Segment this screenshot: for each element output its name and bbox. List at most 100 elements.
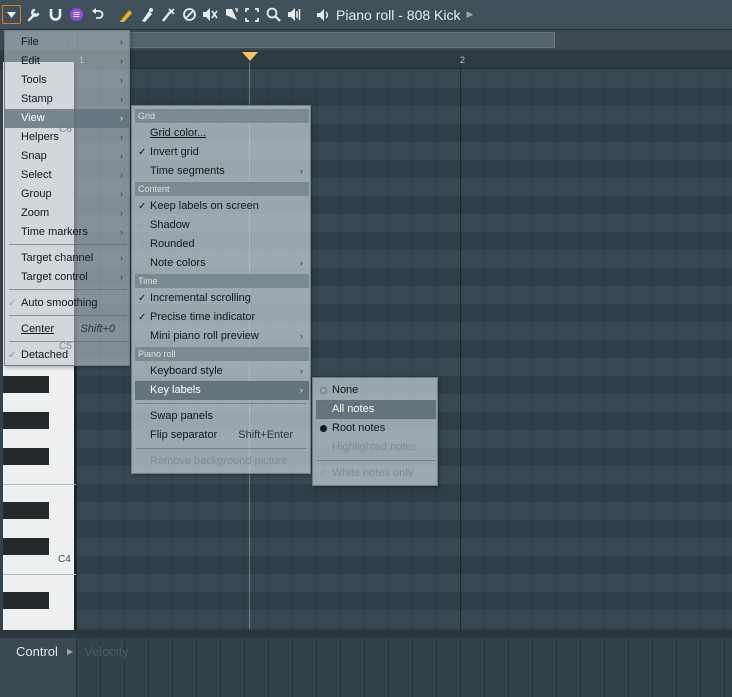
menu-center[interactable]: Center Shift+0: [5, 320, 129, 339]
submenu-arrow-icon: ›: [120, 132, 123, 142]
black-key[interactable]: [3, 592, 49, 609]
menu-group[interactable]: Group ›: [5, 185, 129, 204]
menu-key-labels-root-notes[interactable]: Root notes: [316, 419, 436, 438]
menu-key-labels[interactable]: Key labels ›: [135, 381, 309, 400]
submenu-arrow-icon: ›: [120, 189, 123, 199]
menu-separator: [136, 403, 306, 404]
title-arrow-icon[interactable]: ▶: [467, 9, 474, 20]
menu-item-label: Select: [21, 169, 52, 181]
menu-zoom[interactable]: Zoom ›: [5, 204, 129, 223]
menu-key-labels-white-only: ✓ White notes only: [316, 464, 436, 483]
menu-keyboard-style[interactable]: Keyboard style ›: [135, 362, 309, 381]
control-parameter: Velocity: [84, 644, 129, 659]
menu-note-colors[interactable]: Note colors ›: [135, 254, 309, 273]
black-key[interactable]: [3, 538, 49, 555]
menu-incremental-scrolling[interactable]: ✓ Incremental scrolling: [135, 289, 309, 308]
submenu-arrow-icon: ›: [120, 113, 123, 123]
menu-edit[interactable]: Edit ›: [5, 52, 129, 71]
menu-file[interactable]: File ›: [5, 33, 129, 52]
select-icon[interactable]: [221, 5, 241, 25]
pencil-icon[interactable]: [116, 5, 136, 25]
menu-invert-grid[interactable]: ✓ Invert grid: [135, 143, 309, 162]
black-key[interactable]: [3, 502, 49, 519]
menu-mini-piano-roll[interactable]: Mini piano roll preview ›: [135, 327, 309, 346]
paint-icon[interactable]: [137, 5, 157, 25]
menu-auto-smoothing[interactable]: ✓ Auto smoothing: [5, 294, 129, 313]
menu-item-label: Detached: [21, 349, 69, 361]
section-header-piano-roll: Piano roll: [135, 347, 309, 361]
menu-item-label: File: [21, 36, 39, 48]
delete-icon[interactable]: [158, 5, 178, 25]
menu-target-control[interactable]: Target control ›: [5, 268, 129, 287]
menu-item-label: View: [21, 112, 45, 124]
playhead-marker[interactable]: [242, 52, 258, 61]
menu-item-label: Shadow: [150, 219, 190, 231]
radio-selected-icon: [320, 425, 327, 432]
menu-item-label: Center: [21, 323, 55, 335]
zoom-icon[interactable]: [263, 5, 283, 25]
playback-icon[interactable]: [284, 5, 304, 25]
submenu-arrow-icon: ›: [300, 385, 303, 395]
mute-icon[interactable]: [179, 5, 199, 25]
control-grid[interactable]: [76, 638, 732, 697]
menu-key-labels-highlighted: Highlighted notes: [316, 438, 436, 457]
circle-menu-icon[interactable]: [66, 5, 86, 25]
black-key[interactable]: [3, 376, 49, 393]
submenu-arrow-icon: ›: [120, 272, 123, 282]
submenu-arrow-icon: ›: [120, 94, 123, 104]
radio-icon: [320, 387, 327, 394]
menu-arrow-icon[interactable]: [2, 5, 21, 24]
section-header-time: Time: [135, 274, 309, 288]
menu-detached[interactable]: ✓ Detached: [5, 346, 129, 365]
menu-tools[interactable]: Tools ›: [5, 71, 129, 90]
radio-icon: [320, 406, 327, 413]
menu-view[interactable]: View ›: [5, 109, 129, 128]
submenu-arrow-icon: ›: [120, 151, 123, 161]
menu-select[interactable]: Select ›: [5, 166, 129, 185]
menu-target-channel[interactable]: Target channel ›: [5, 249, 129, 268]
menu-item-label: Helpers: [21, 131, 59, 143]
slice-icon[interactable]: [200, 5, 220, 25]
menu-item-label: Tools: [21, 74, 47, 86]
magnet-icon[interactable]: [45, 5, 65, 25]
submenu-arrow-icon: ›: [120, 227, 123, 237]
scrollbar-thumb[interactable]: [130, 32, 555, 48]
menu-flip-separator[interactable]: Flip separator Shift+Enter: [135, 426, 309, 445]
control-arrow-icon[interactable]: ▶: [67, 647, 73, 656]
menu-grid-color[interactable]: Grid color...: [135, 124, 309, 143]
menu-shadow[interactable]: ✓ Shadow: [135, 216, 309, 235]
view-submenu: Grid Grid color... ✓ Invert grid Time seg…: [131, 105, 311, 474]
submenu-arrow-icon: ›: [120, 253, 123, 263]
menu-time-markers[interactable]: Time markers ›: [5, 223, 129, 242]
menu-key-labels-all-notes[interactable]: All notes: [316, 400, 436, 419]
menu-rounded[interactable]: ✓ Rounded: [135, 235, 309, 254]
menu-separator: [9, 289, 127, 290]
menu-swap-panels[interactable]: ✓ Swap panels: [135, 407, 309, 426]
window-title: Piano roll - 808 Kick: [336, 6, 461, 23]
panel-separator[interactable]: [0, 630, 732, 638]
menu-item-label: None: [332, 384, 359, 396]
bar-divider: [460, 68, 461, 630]
control-label[interactable]: Control: [16, 644, 58, 659]
black-key[interactable]: [3, 412, 49, 429]
menu-item-label: Target channel: [21, 252, 94, 264]
menu-item-label: Time markers: [21, 226, 88, 238]
wrench-icon[interactable]: [24, 5, 44, 25]
menu-snap[interactable]: Snap ›: [5, 147, 129, 166]
menu-keep-labels[interactable]: ✓ Keep labels on screen: [135, 197, 309, 216]
menu-time-segments[interactable]: Time segments ›: [135, 162, 309, 181]
menu-key-labels-none[interactable]: None: [316, 381, 436, 400]
menu-stamp[interactable]: Stamp ›: [5, 90, 129, 109]
key-labels-submenu: None All notes Root notes Highlighted no…: [312, 377, 438, 486]
menu-separator: [9, 244, 127, 245]
submenu-arrow-icon: ›: [300, 331, 303, 341]
zoom-rect-icon[interactable]: [242, 5, 262, 25]
menu-helpers[interactable]: Helpers ›: [5, 128, 129, 147]
menu-precise-time-indicator[interactable]: ✓ Precise time indicator: [135, 308, 309, 327]
black-key[interactable]: [3, 448, 49, 465]
speaker-icon[interactable]: [313, 5, 333, 25]
submenu-arrow-icon: ›: [120, 208, 123, 218]
check-icon: ✓: [138, 411, 147, 422]
undo-icon[interactable]: [87, 5, 107, 25]
check-icon: ✓: [138, 201, 147, 212]
